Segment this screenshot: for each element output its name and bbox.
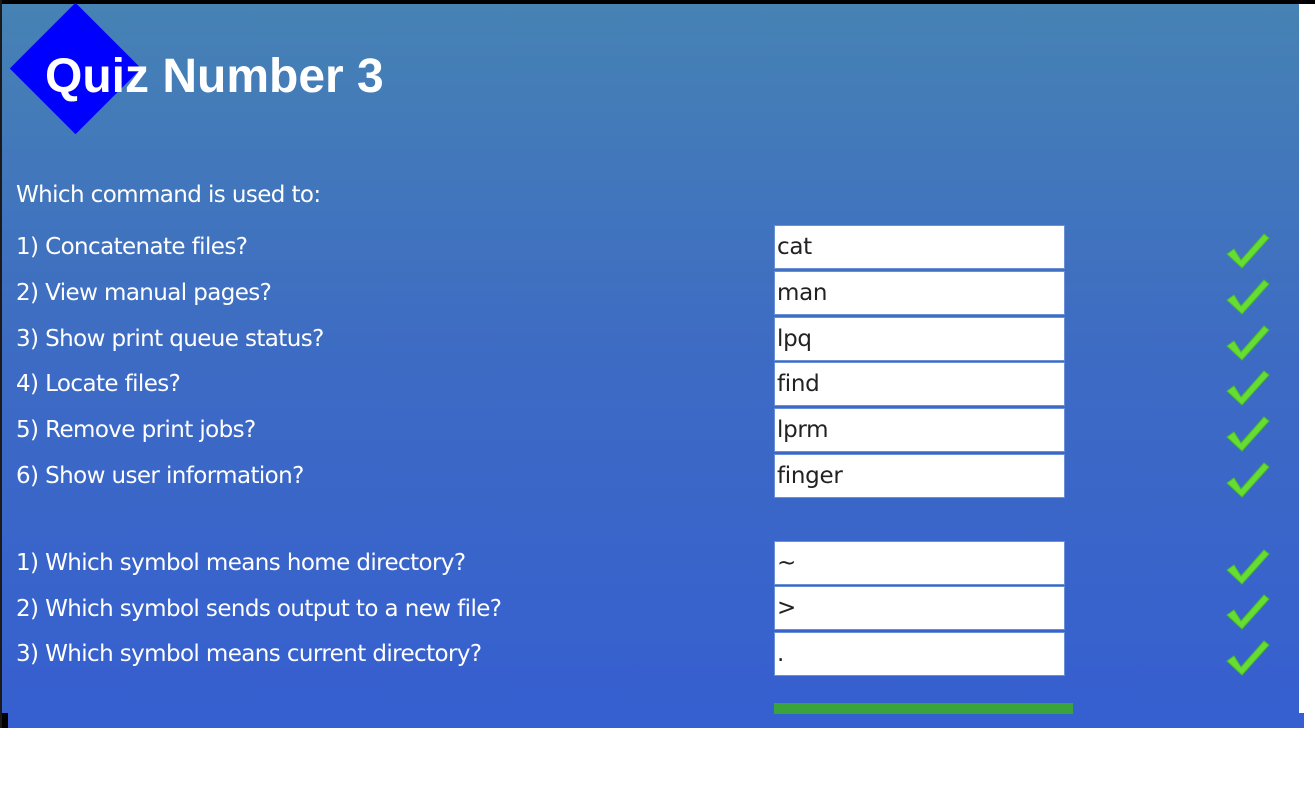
question-label: 3) Which symbol means current directory?: [16, 641, 482, 667]
submit-button[interactable]: [774, 703, 1073, 714]
panel-bottom-strip: [8, 713, 1304, 728]
answer-input[interactable]: [774, 586, 1065, 630]
checkmark-icon: [1226, 233, 1270, 269]
answer-input[interactable]: [774, 271, 1065, 315]
left-border: [0, 0, 2, 728]
checkmark-icon: [1226, 279, 1270, 315]
intro-text: Which command is used to:: [16, 182, 321, 208]
question-label: 4) Locate files?: [16, 371, 181, 397]
checkmark-icon: [1226, 594, 1270, 630]
answer-input[interactable]: [774, 541, 1065, 585]
answer-input[interactable]: [774, 317, 1065, 361]
answer-input[interactable]: [774, 408, 1065, 452]
answer-input[interactable]: [774, 225, 1065, 269]
quiz-page: Quiz Number 3 Which command is used to: …: [0, 0, 1315, 800]
checkmark-icon: [1226, 462, 1270, 498]
answer-input[interactable]: [774, 454, 1065, 498]
right-margin: [1299, 4, 1315, 713]
checkmark-icon: [1226, 549, 1270, 585]
question-label: 6) Show user information?: [16, 463, 304, 489]
answer-input[interactable]: [774, 362, 1065, 406]
checkmark-icon: [1226, 416, 1270, 452]
checkmark-icon: [1226, 640, 1270, 676]
question-label: 2) View manual pages?: [16, 280, 272, 306]
checkmark-icon: [1226, 325, 1270, 361]
page-title: Quiz Number 3: [45, 50, 384, 103]
question-label: 1) Which symbol means home directory?: [16, 550, 466, 576]
question-label: 2) Which symbol sends output to a new fi…: [16, 596, 502, 622]
question-label: 3) Show print queue status?: [16, 326, 324, 352]
question-label: 5) Remove print jobs?: [16, 417, 256, 443]
answer-input[interactable]: [774, 632, 1065, 676]
checkmark-icon: [1226, 370, 1270, 406]
question-label: 1) Concatenate files?: [16, 234, 248, 260]
